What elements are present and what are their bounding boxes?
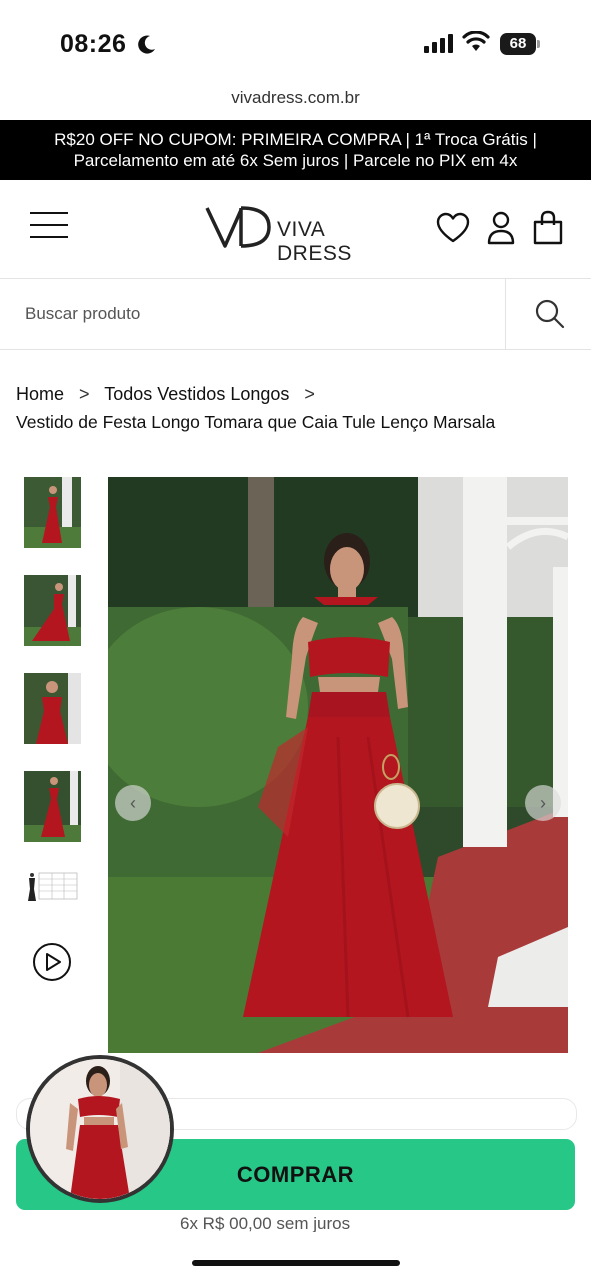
breadcrumb: Home > Todos Vestidos Longos >	[16, 384, 325, 405]
video-preview-bubble[interactable]	[26, 1055, 174, 1203]
wifi-icon	[462, 31, 490, 51]
breadcrumb-chevron-icon: >	[79, 384, 90, 404]
search-bar	[0, 279, 591, 350]
product-title: Vestido de Festa Longo Tomara que Caia T…	[16, 412, 496, 432]
breadcrumb-home[interactable]: Home	[16, 384, 64, 404]
promo-line-2: Parcelamento em até 6x Sem juros | Parce…	[73, 151, 518, 170]
battery-icon: 68	[500, 33, 540, 55]
signal-icon	[424, 34, 453, 53]
search-button[interactable]	[505, 279, 591, 349]
bag-icon[interactable]	[531, 210, 565, 246]
thumbnail-2[interactable]	[24, 575, 81, 646]
thumbnail-3[interactable]	[24, 673, 81, 744]
status-time: 08:26	[60, 30, 127, 58]
installments-text: 6x R$ 00,00 sem juros	[180, 1214, 351, 1232]
search-icon	[535, 299, 565, 329]
menu-icon[interactable]	[30, 212, 68, 244]
thumbnail-1[interactable]	[24, 477, 81, 548]
home-indicator	[192, 1260, 400, 1266]
status-bar: 08:26 68	[0, 0, 591, 86]
promo-line-1: R$20 OFF NO CUPOM: PRIMEIRA COMPRA | 1ª …	[54, 130, 537, 149]
promo-banner: R$20 OFF NO CUPOM: PRIMEIRA COMPRA | 1ª …	[0, 120, 591, 180]
moon-icon	[138, 35, 155, 54]
site-logo[interactable]: VIVA DRESS	[205, 204, 395, 265]
breadcrumb-category[interactable]: Todos Vestidos Longos	[104, 384, 289, 404]
gallery-thumbnails	[24, 477, 82, 967]
breadcrumb-chevron-icon: >	[304, 384, 315, 404]
gallery-prev-button[interactable]: ‹	[115, 785, 151, 821]
heart-icon[interactable]	[436, 210, 470, 246]
thumbnail-5-size-chart[interactable]	[24, 869, 81, 940]
product-main-image[interactable]	[108, 477, 568, 1053]
play-icon	[46, 953, 61, 971]
battery-level: 68	[500, 33, 536, 55]
site-header: VIVA DRESS	[0, 180, 591, 279]
video-play-button[interactable]	[33, 943, 71, 981]
browser-url[interactable]: vivadress.com.br	[0, 88, 591, 108]
gallery-next-button[interactable]: ›	[525, 785, 561, 821]
thumbnail-4[interactable]	[24, 771, 81, 842]
search-input[interactable]	[0, 279, 504, 349]
logo-text: VIVA DRESS	[277, 218, 352, 265]
user-icon[interactable]	[484, 210, 518, 246]
logo-mark	[205, 206, 271, 248]
